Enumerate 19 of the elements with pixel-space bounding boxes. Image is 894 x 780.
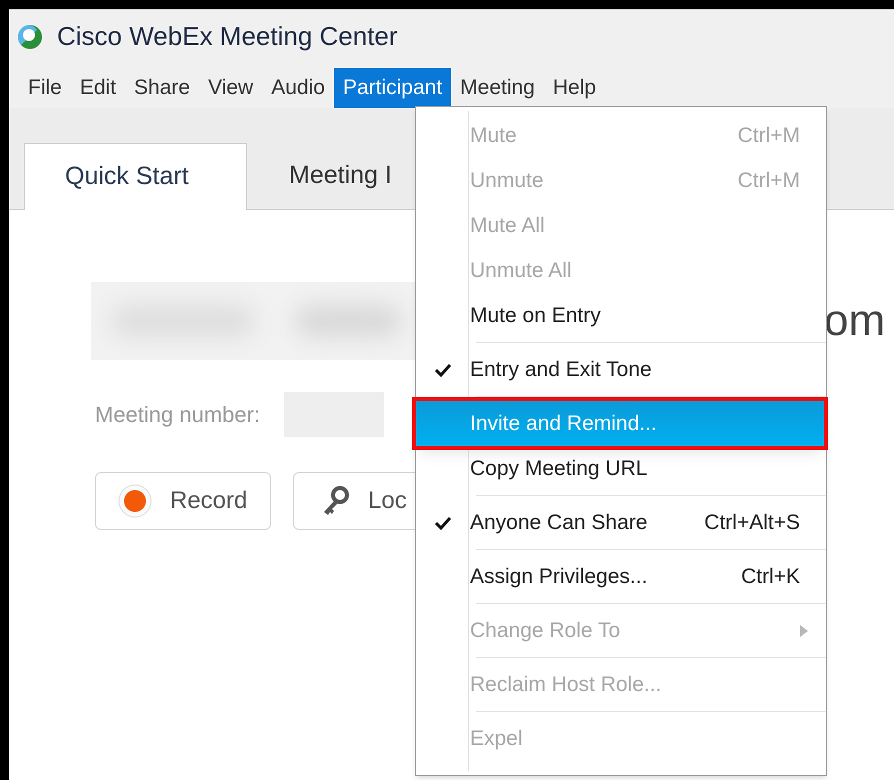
tab[interactable]: Quick Start — [24, 143, 247, 210]
window-title: Cisco WebEx Meeting Center — [57, 20, 398, 53]
menu-bar-item[interactable]: Help — [544, 68, 606, 108]
menu-bar-item[interactable]: Participant — [334, 68, 452, 108]
menu-bar-item[interactable]: File — [19, 68, 71, 108]
menu-bar-item[interactable]: Meeting — [451, 68, 544, 108]
record-icon — [118, 484, 152, 518]
submenu-arrow-icon — [800, 624, 808, 636]
menu-bar-item[interactable]: Share — [125, 68, 200, 108]
meeting-title-text: om — [824, 299, 886, 343]
menu-bar-item[interactable]: Audio — [262, 68, 334, 108]
menu-item[interactable]: Mute on Entry — [416, 293, 826, 338]
meeting-number-label: Meeting number: — [95, 401, 260, 429]
record-button[interactable]: Record — [95, 472, 271, 530]
menu-item[interactable]: Entry and Exit Tone — [416, 347, 826, 392]
menu-bar-item[interactable]: View — [199, 68, 262, 108]
app-logo-icon — [17, 24, 43, 50]
menu-item[interactable]: Assign Privileges... Ctrl+K — [416, 554, 826, 599]
menu-bar-item[interactable]: Edit — [70, 68, 126, 108]
